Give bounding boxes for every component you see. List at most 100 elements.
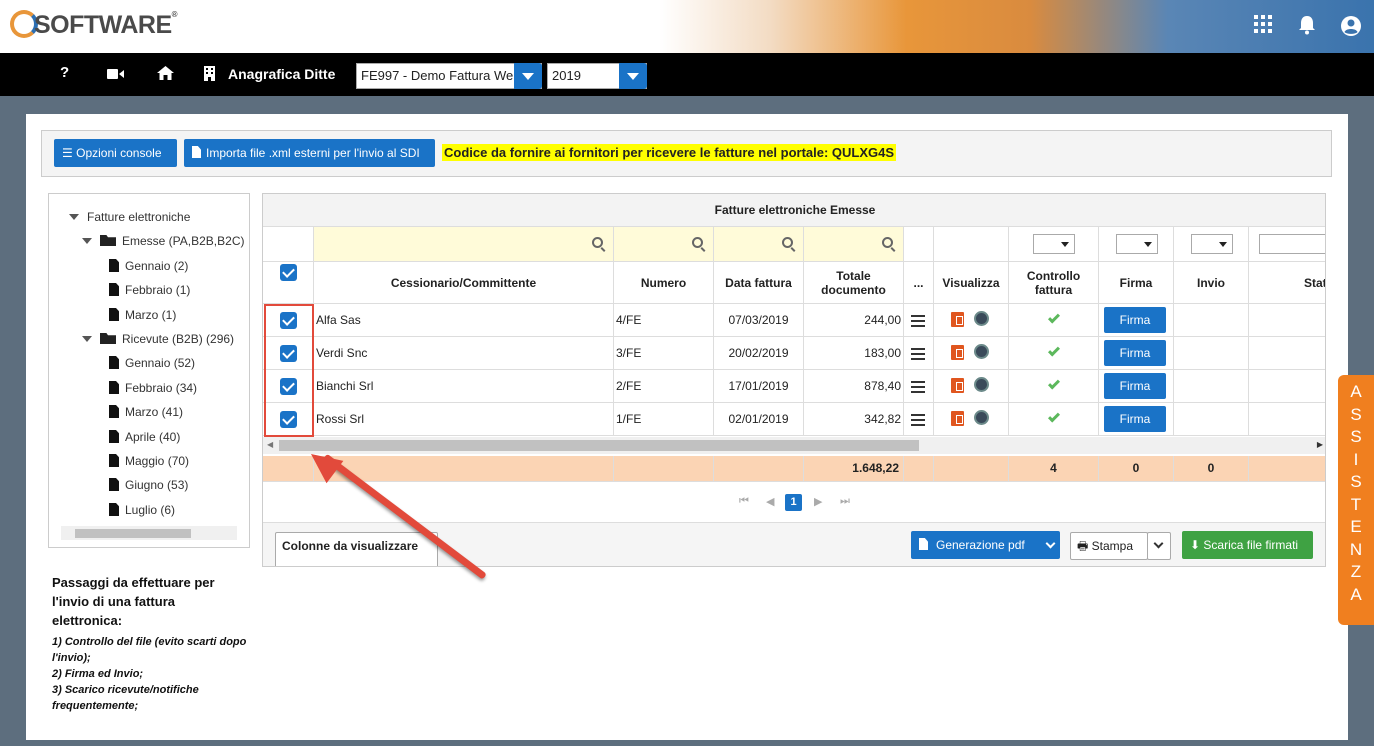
- video-icon[interactable]: [107, 67, 124, 84]
- stato-cell: [1249, 403, 1325, 436]
- filter-totale[interactable]: [804, 227, 904, 262]
- tree-item-ricevute-febbraio[interactable]: Febbraio (34): [109, 381, 197, 395]
- pager-next-icon[interactable]: ▶: [814, 495, 822, 508]
- controllo-cell: [1009, 370, 1099, 403]
- col-header-visualizza[interactable]: Visualizza: [934, 262, 1009, 304]
- agenzia-entrate-icon[interactable]: [974, 311, 989, 326]
- scroll-left-icon[interactable]: ◀: [267, 440, 273, 449]
- grid-title: Fatture elettroniche Emesse: [263, 194, 1325, 227]
- col-header-data[interactable]: Data fattura: [714, 262, 804, 304]
- visualizza-cell: [934, 337, 1009, 370]
- main-navbar: ? Anagrafica Ditte FE997 - Demo Fattura …: [0, 53, 1374, 96]
- agenzia-entrate-icon[interactable]: [974, 344, 989, 359]
- assistenza-tab[interactable]: A S S I S T E N Z A: [1338, 375, 1374, 625]
- col-header-totale[interactable]: Totale documento: [804, 262, 904, 304]
- help-icon[interactable]: ?: [60, 64, 69, 81]
- totals-cell: [1249, 456, 1325, 482]
- pager-prev-icon[interactable]: ◀: [766, 495, 774, 508]
- grid-scrollbar-thumb[interactable]: [279, 440, 919, 451]
- col-header-numero[interactable]: Numero: [614, 262, 714, 304]
- print-dropdown-button[interactable]: [1147, 532, 1171, 560]
- totals-cell: [934, 456, 1009, 482]
- import-xml-button[interactable]: Importa file .xml esterni per l'invio al…: [184, 139, 435, 167]
- tree-item-ricevute-giugno[interactable]: Giugno (53): [109, 478, 188, 492]
- pdf-view-icon[interactable]: [951, 312, 964, 327]
- assist-letter: S: [1350, 472, 1362, 491]
- tree-item-ricevute-maggio[interactable]: Maggio (70): [109, 454, 189, 468]
- pdf-view-icon[interactable]: [951, 411, 964, 426]
- folder-open-icon: [100, 333, 116, 344]
- tree-root[interactable]: Fatture elettroniche: [69, 210, 190, 224]
- top-header: SOFTWARE®: [0, 0, 1374, 53]
- agenzia-entrate-icon[interactable]: [974, 410, 989, 425]
- pager-current-page[interactable]: 1: [785, 494, 802, 511]
- grid-scrollbar[interactable]: ◀ ▶: [263, 437, 1325, 454]
- firma-button[interactable]: Firma: [1104, 340, 1166, 366]
- cell-data: 17/01/2019: [714, 370, 804, 403]
- tree-item-ricevute-gennaio[interactable]: Gennaio (52): [109, 356, 195, 370]
- firma-button[interactable]: Firma: [1104, 406, 1166, 432]
- firma-filter-select[interactable]: [1116, 234, 1158, 254]
- download-signed-button[interactable]: ⬇ Scarica file firmati: [1182, 531, 1313, 559]
- filter-cessionario[interactable]: [314, 227, 614, 262]
- search-icon[interactable]: [692, 237, 703, 248]
- pager-first-icon[interactable]: ⏮: [739, 495, 749, 508]
- print-button[interactable]: 🖶 Stampa: [1070, 532, 1148, 560]
- firma-cell: Firma: [1099, 337, 1174, 370]
- tree-item-ricevute-aprile[interactable]: Aprile (40): [109, 430, 180, 444]
- tree-scrollbar[interactable]: [61, 526, 237, 540]
- stato-filter-input[interactable]: [1259, 234, 1325, 254]
- col-header-invio[interactable]: Invio: [1174, 262, 1249, 304]
- search-icon[interactable]: [782, 237, 793, 248]
- tree-node-emesse[interactable]: Emesse (PA,B2B,B2C): [82, 234, 244, 248]
- col-header-more[interactable]: ...: [904, 262, 934, 304]
- col-header-firma[interactable]: Firma: [1099, 262, 1174, 304]
- cell-numero: 4/FE: [614, 304, 714, 337]
- col-header-stato[interactable]: Stato: [1249, 262, 1325, 304]
- scroll-right-icon[interactable]: ▶: [1317, 440, 1323, 449]
- options-console-button[interactable]: ☰ Opzioni console: [54, 139, 177, 167]
- hamburger-menu-icon[interactable]: [911, 414, 925, 416]
- tree-scrollbar-thumb[interactable]: [75, 529, 191, 538]
- cell-totale: 342,82: [804, 403, 904, 436]
- tree-item-emesse-marzo[interactable]: Marzo (1): [109, 308, 176, 322]
- search-icon[interactable]: [882, 237, 893, 248]
- tree-item-emesse-gennaio[interactable]: Gennaio (2): [109, 259, 188, 273]
- check-icon: [1047, 311, 1061, 324]
- pdf-view-icon[interactable]: [951, 345, 964, 360]
- firma-button[interactable]: Firma: [1104, 373, 1166, 399]
- year-select[interactable]: 2019: [547, 63, 647, 89]
- pdf-view-icon[interactable]: [951, 378, 964, 393]
- apps-grid-icon[interactable]: [1252, 15, 1274, 37]
- chevron-down-icon[interactable]: [514, 63, 542, 89]
- columns-select-button[interactable]: Colonne da visualizzare: [275, 532, 438, 566]
- invio-filter-select[interactable]: [1191, 234, 1233, 254]
- file-icon: [109, 405, 119, 418]
- pager-last-icon[interactable]: ⏭: [840, 495, 850, 508]
- select-all-checkbox[interactable]: [280, 264, 297, 281]
- controllo-cell: [1009, 403, 1099, 436]
- filter-numero[interactable]: [614, 227, 714, 262]
- generate-pdf-button[interactable]: Generazione pdf: [911, 531, 1060, 559]
- tree-item-ricevute-marzo[interactable]: Marzo (41): [109, 405, 183, 419]
- firma-button[interactable]: Firma: [1104, 307, 1166, 333]
- col-header-cessionario[interactable]: Cessionario/Committente: [314, 262, 614, 304]
- col-header-controllo[interactable]: Controllo fattura: [1009, 262, 1099, 304]
- file-icon: [109, 503, 119, 516]
- tree-item-emesse-febbraio[interactable]: Febbraio (1): [109, 283, 190, 297]
- agenzia-entrate-icon[interactable]: [974, 377, 989, 392]
- chevron-down-icon[interactable]: [619, 63, 647, 89]
- tree-item-ricevute-luglio[interactable]: Luglio (6): [109, 503, 175, 517]
- bell-icon[interactable]: [1296, 15, 1318, 37]
- company-select[interactable]: FE997 - Demo Fattura We: [356, 63, 542, 89]
- user-icon[interactable]: [1340, 15, 1362, 37]
- hamburger-menu-icon[interactable]: [911, 348, 925, 350]
- controllo-filter-select[interactable]: [1033, 234, 1075, 254]
- tree-node-ricevute[interactable]: Ricevute (B2B) (296): [82, 332, 234, 346]
- hamburger-menu-icon[interactable]: [911, 381, 925, 383]
- hamburger-menu-icon[interactable]: [911, 315, 925, 317]
- search-icon[interactable]: [592, 237, 603, 248]
- home-icon[interactable]: [157, 66, 174, 84]
- filter-data[interactable]: [714, 227, 804, 262]
- chevron-down-icon[interactable]: [1045, 538, 1056, 549]
